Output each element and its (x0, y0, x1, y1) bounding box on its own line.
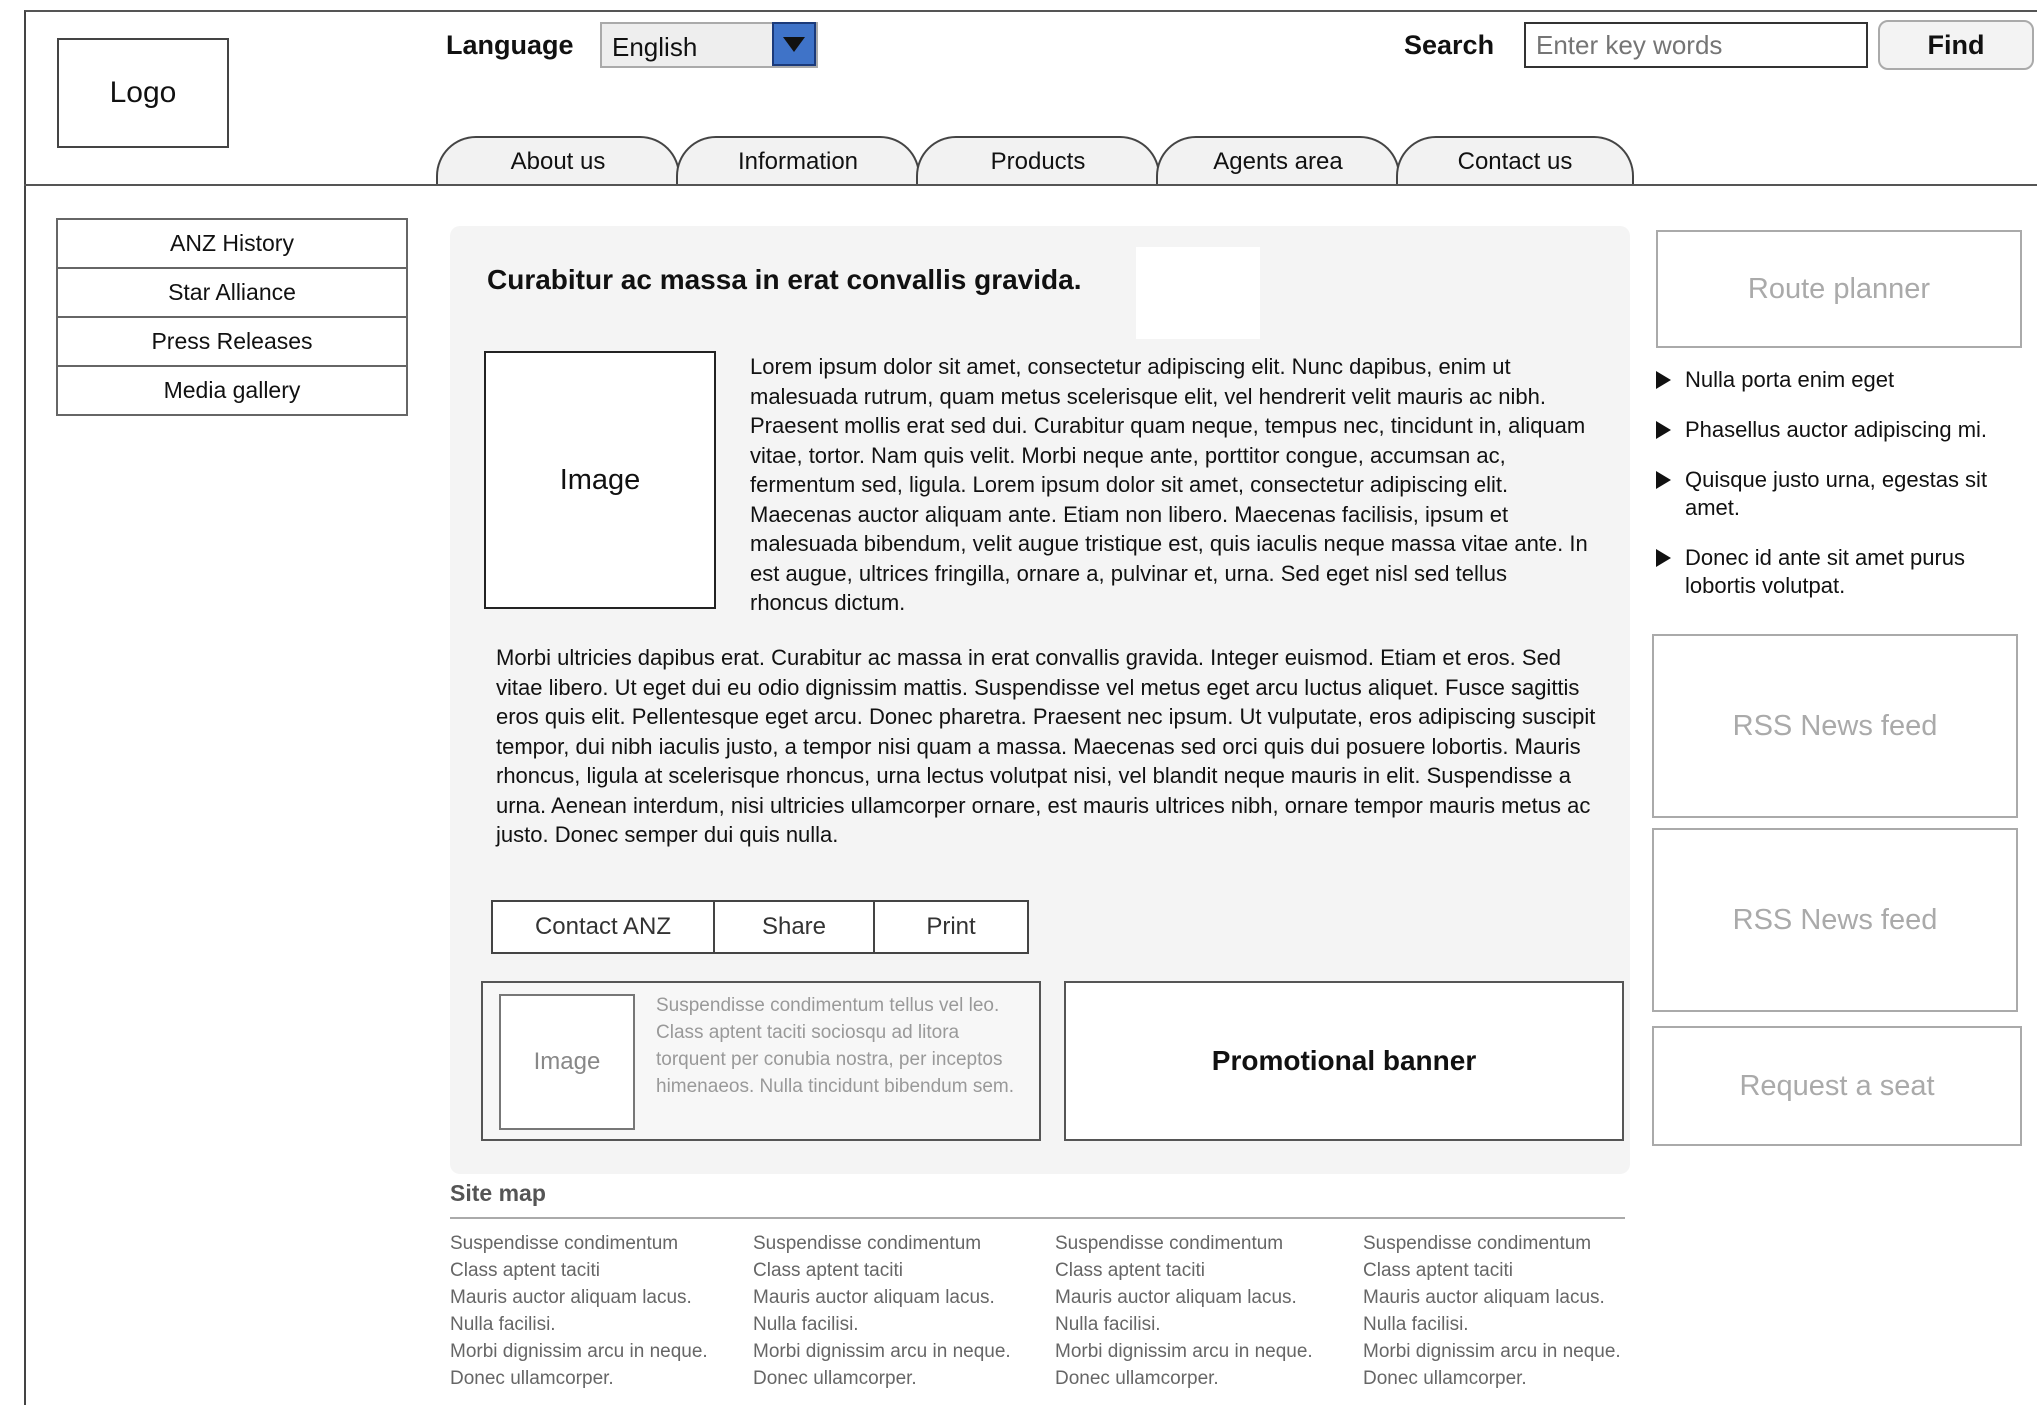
promotional-banner-label: Promotional banner (1211, 1045, 1477, 1076)
list-item[interactable]: Nulla porta enim eget (1656, 366, 2036, 394)
main-image: Image (484, 351, 716, 609)
main-image-label: Image (559, 463, 641, 496)
sitemap-link[interactable]: Morbi dignissim arcu in neque. (753, 1338, 1053, 1365)
main-paragraph-2: Morbi ultricies dapibus erat. Curabitur … (496, 645, 1596, 847)
tab-agents-area[interactable]: Agents area (1156, 136, 1400, 186)
leftnav-item-star-alliance[interactable]: Star Alliance (56, 267, 408, 318)
sitemap-link[interactable]: Donec ullamcorper. (450, 1365, 750, 1392)
request-seat-label: Request a seat (1739, 1069, 1935, 1102)
tab-products[interactable]: Products (916, 136, 1160, 186)
sitemap-link[interactable]: Morbi dignissim arcu in neque. (1363, 1338, 1663, 1365)
tab-about-us[interactable]: About us (436, 136, 680, 186)
sitemap-link[interactable]: Donec ullamcorper. (1363, 1365, 1663, 1392)
triangle-bullet-icon (1656, 371, 1671, 389)
sitemap-link[interactable]: Nulla facilisi. (1055, 1311, 1355, 1338)
route-planner-box[interactable]: Route planner (1656, 230, 2022, 348)
sitemap-link[interactable]: Suspendisse condimentum (1055, 1230, 1355, 1257)
list-item[interactable]: Donec id ante sit amet purus lobortis vo… (1656, 544, 2036, 600)
teaser-image: Image (499, 994, 635, 1130)
decorative-patch (1136, 247, 1260, 339)
leftnav-item-media-gallery[interactable]: Media gallery (56, 365, 408, 416)
header-divider (24, 184, 2037, 186)
bullet-list: Nulla porta enim eget Phasellus auctor a… (1656, 366, 2036, 622)
teaser-text: Suspendisse condimentum tellus vel leo. … (656, 995, 1015, 1097)
sitemap-link[interactable]: Suspendisse condimentum (450, 1230, 750, 1257)
route-planner-label: Route planner (1747, 272, 1931, 305)
sitemap-link[interactable]: Class aptent taciti (1363, 1257, 1663, 1284)
sitemap-link[interactable]: Class aptent taciti (753, 1257, 1053, 1284)
rss-news-feed-label: RSS News feed (1732, 709, 1938, 742)
language-label: Language (446, 30, 574, 60)
sitemap-link[interactable]: Suspendisse condimentum (1363, 1230, 1663, 1257)
rss-news-feed-box-2[interactable]: RSS News feed (1652, 828, 2018, 1012)
tab-contact-us[interactable]: Contact us (1396, 136, 1634, 186)
list-item-text: Phasellus auctor adipiscing mi. (1685, 417, 1988, 442)
sitemap-column-4: Suspendisse condimentum Class aptent tac… (1363, 1230, 1663, 1392)
rss-news-feed-label: RSS News feed (1732, 903, 1938, 936)
sitemap-divider (450, 1217, 1625, 1219)
sitemap-link[interactable]: Mauris auctor aliquam lacus. (1055, 1284, 1355, 1311)
leftnav-item-anz-history[interactable]: ANZ History (56, 218, 408, 269)
list-item-text: Nulla porta enim eget (1685, 367, 1895, 392)
sitemap-link[interactable]: Nulla facilisi. (753, 1311, 1053, 1338)
leftnav-item-press-releases[interactable]: Press Releases (56, 316, 408, 367)
search-input[interactable] (1524, 22, 1868, 68)
print-button[interactable]: Print (873, 900, 1029, 954)
triangle-bullet-icon (1656, 471, 1671, 489)
find-button[interactable]: Find (1878, 20, 2034, 70)
sitemap-link[interactable]: Morbi dignissim arcu in neque. (1055, 1338, 1355, 1365)
share-button[interactable]: Share (713, 900, 875, 954)
list-item-text: Quisque justo urna, egestas sit amet. (1685, 467, 1988, 520)
sitemap-link[interactable]: Mauris auctor aliquam lacus. (1363, 1284, 1663, 1311)
sitemap-link[interactable]: Mauris auctor aliquam lacus. (450, 1284, 750, 1311)
tab-information[interactable]: Information (676, 136, 920, 186)
sitemap-link[interactable]: Class aptent taciti (1055, 1257, 1355, 1284)
sitemap-link[interactable]: Morbi dignissim arcu in neque. (450, 1338, 750, 1365)
sitemap-title: Site map (450, 1180, 546, 1206)
contact-anz-button[interactable]: Contact ANZ (491, 900, 715, 954)
sitemap-column-3: Suspendisse condimentum Class aptent tac… (1055, 1230, 1355, 1392)
sitemap-link[interactable]: Donec ullamcorper. (753, 1365, 1053, 1392)
request-seat-box[interactable]: Request a seat (1652, 1026, 2022, 1146)
sitemap-link[interactable]: Suspendisse condimentum (753, 1230, 1053, 1257)
rss-news-feed-box-1[interactable]: RSS News feed (1652, 634, 2018, 818)
sitemap-column-1: Suspendisse condimentum Class aptent tac… (450, 1230, 750, 1392)
sitemap-link[interactable]: Class aptent taciti (450, 1257, 750, 1284)
list-item[interactable]: Phasellus auctor adipiscing mi. (1656, 416, 2036, 444)
sitemap-link[interactable]: Nulla facilisi. (450, 1311, 750, 1338)
chevron-down-icon[interactable] (772, 22, 816, 66)
left-nav: ANZ History Star Alliance Press Releases… (56, 218, 408, 416)
page-title: Curabitur ac massa in erat convallis gra… (487, 264, 1082, 295)
main-paragraph-1: Lorem ipsum dolor sit amet, consectetur … (750, 354, 1588, 615)
list-item-text: Donec id ante sit amet purus lobortis vo… (1685, 545, 1966, 598)
language-selected-value: English (612, 32, 698, 62)
sitemap-link[interactable]: Mauris auctor aliquam lacus. (753, 1284, 1053, 1311)
sitemap-column-2: Suspendisse condimentum Class aptent tac… (753, 1230, 1053, 1392)
action-buttons: Contact ANZ Share Print (491, 900, 1029, 954)
triangle-bullet-icon (1656, 421, 1671, 439)
promotional-banner[interactable]: Promotional banner (1064, 981, 1624, 1141)
triangle-bullet-icon (1656, 549, 1671, 567)
logo[interactable]: Logo (57, 38, 229, 148)
sitemap-link[interactable]: Donec ullamcorper. (1055, 1365, 1355, 1392)
search-label: Search (1404, 30, 1495, 60)
teaser-image-label: Image (533, 1048, 601, 1075)
list-item[interactable]: Quisque justo urna, egestas sit amet. (1656, 466, 2036, 522)
sitemap-link[interactable]: Nulla facilisi. (1363, 1311, 1663, 1338)
